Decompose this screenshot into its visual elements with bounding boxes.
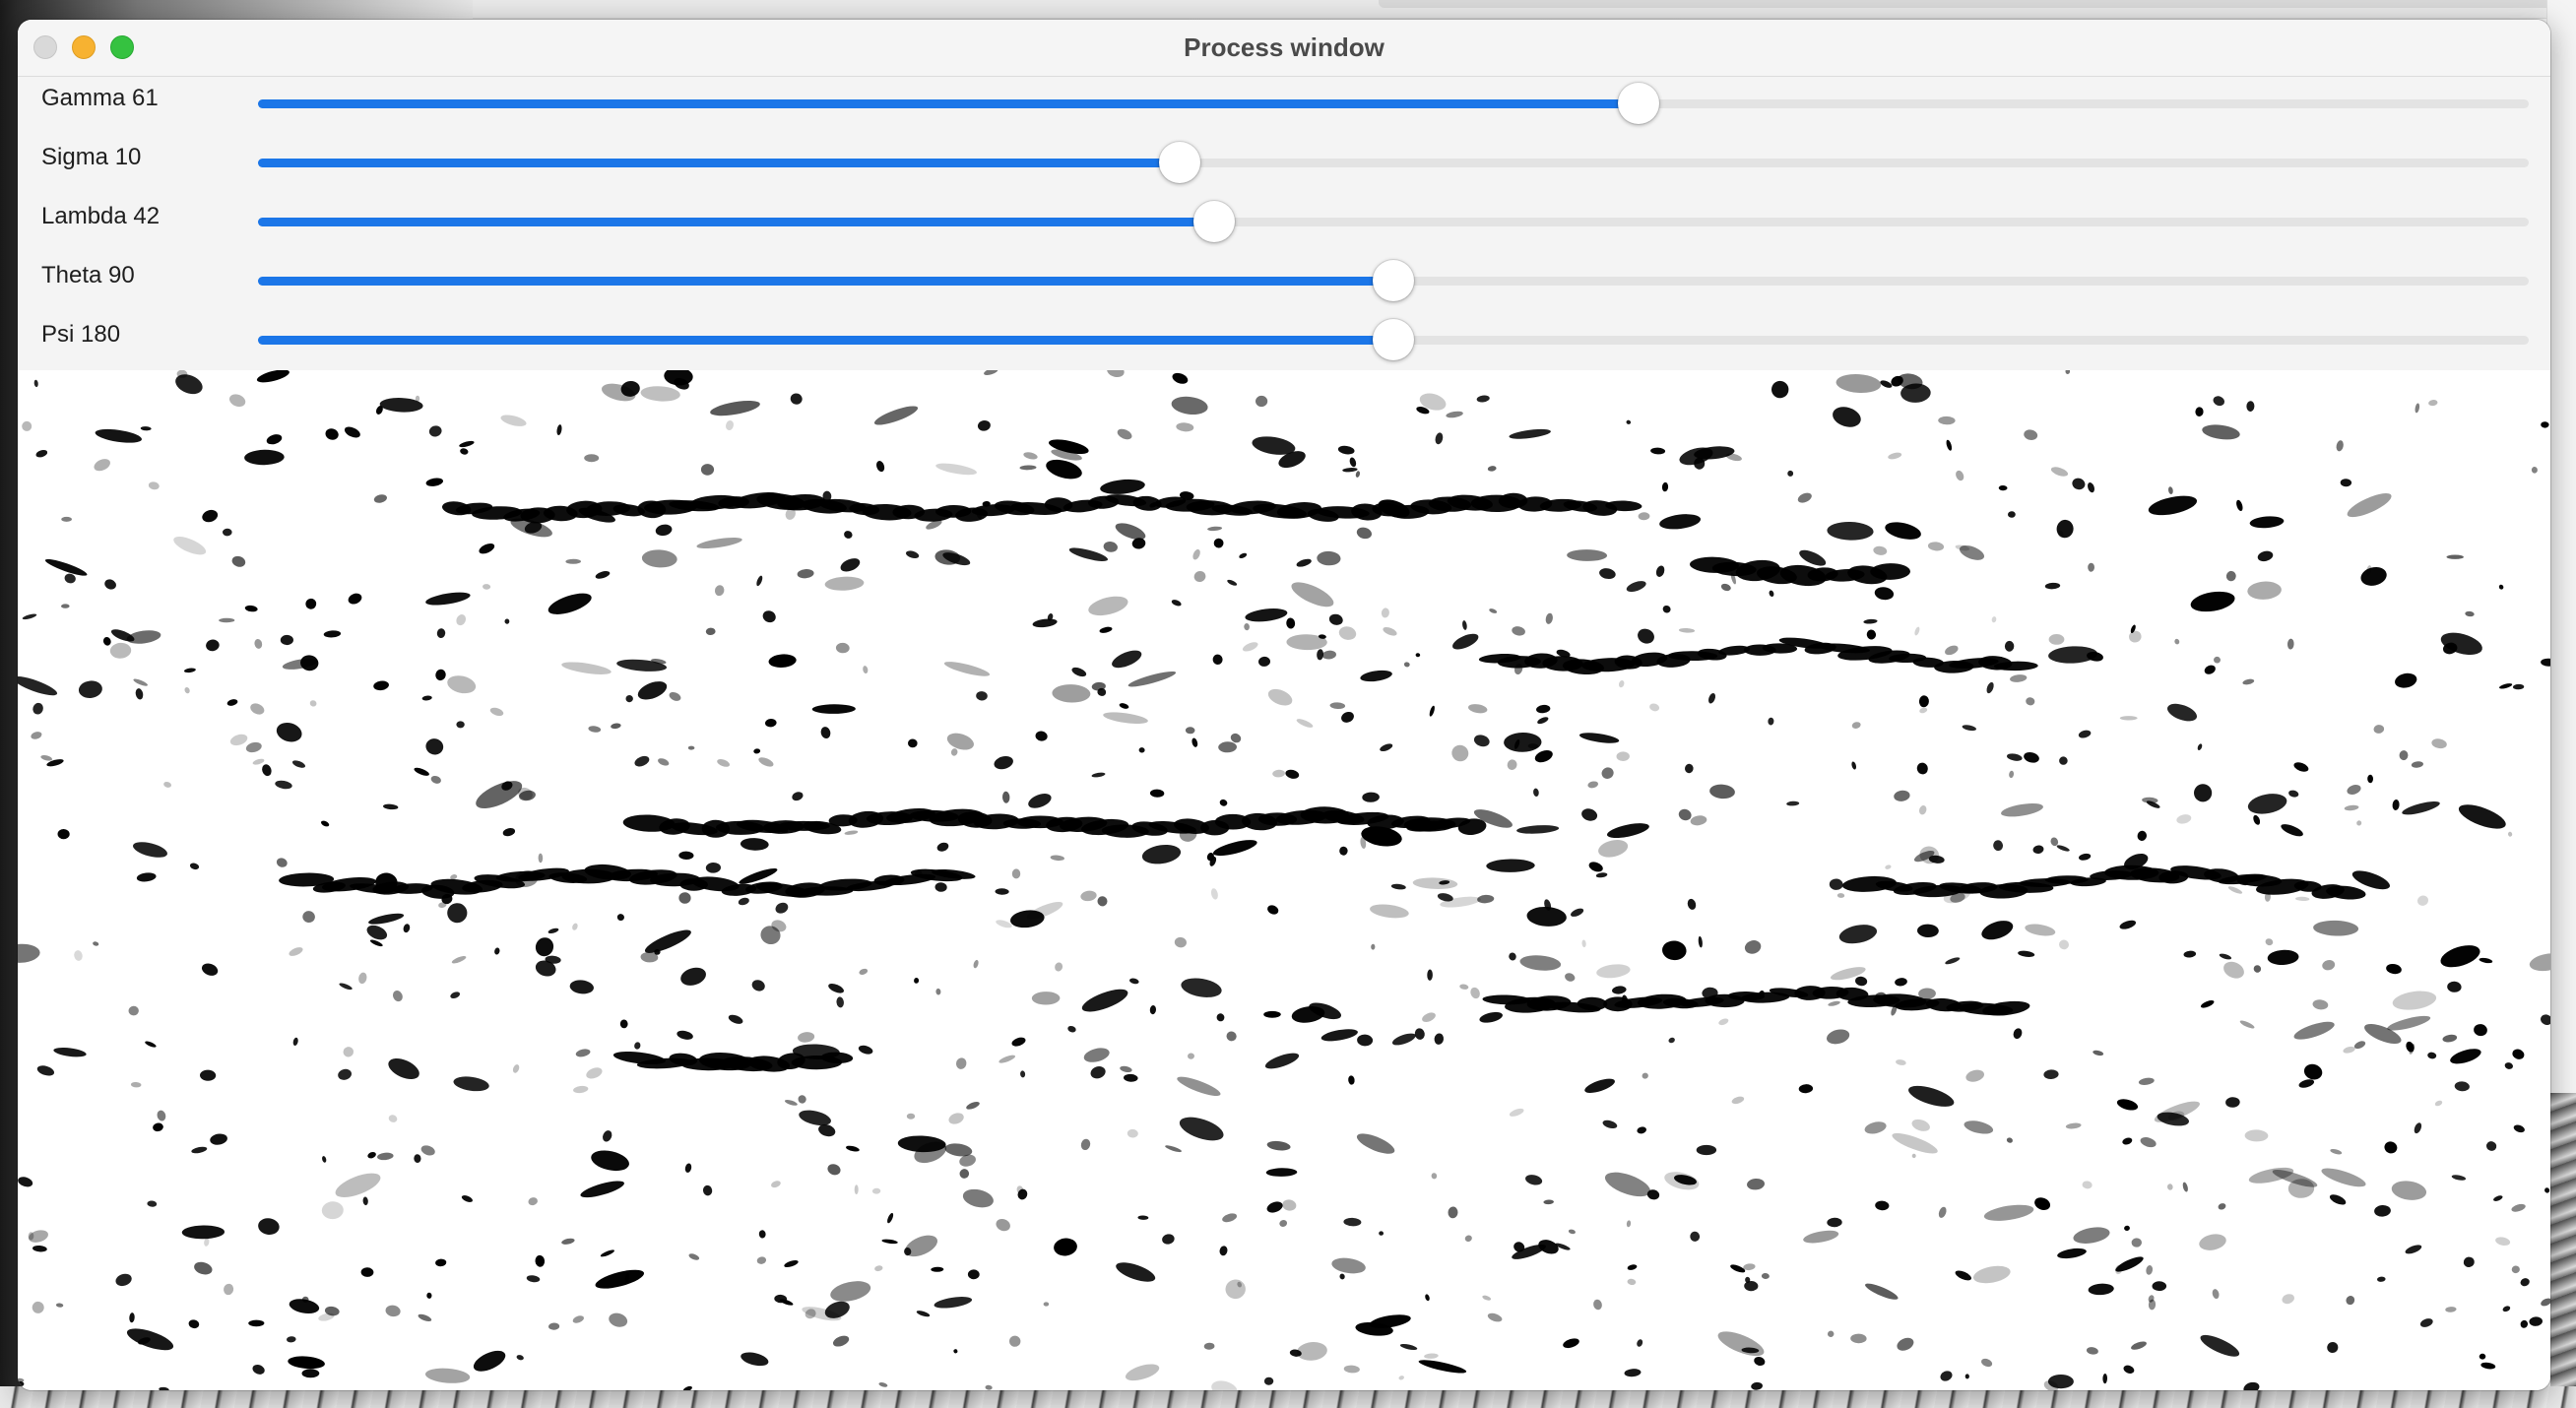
slider-fill [258,218,1214,226]
trackbar-panel: Gamma 61 Sigma 10 Lambda 42 Theta 90 Psi… [18,77,2550,370]
slider-thumb[interactable] [1192,201,1235,242]
trackbar-label: Lambda 42 [41,203,161,229]
lambda-slider[interactable] [258,201,2529,242]
trackbar-psi: Psi 180 [18,313,2550,372]
title-bar[interactable]: Process window [18,20,2550,77]
trackbar-gamma: Gamma 61 [18,77,2550,136]
slider-thumb[interactable] [1373,260,1414,301]
slider-fill [258,336,1393,345]
trackbar-label: Gamma 61 [41,85,159,111]
gamma-slider[interactable] [258,83,2529,124]
psi-slider[interactable] [258,319,2529,360]
trackbar-theta: Theta 90 [18,254,2550,313]
trackbar-lambda: Lambda 42 [18,195,2550,254]
background-image-strip [2550,1093,2576,1408]
trackbar-label: Sigma 10 [41,144,142,170]
slider-fill [258,99,1640,108]
gabor-filter-output [18,370,2550,1390]
slider-thumb[interactable] [1618,83,1660,124]
window-title: Process window [1184,32,1385,62]
process-window: Process window Gamma 61 Sigma 10 Lambda … [18,20,2550,1390]
slider-thumb[interactable] [1159,142,1201,183]
sigma-slider[interactable] [258,142,2529,183]
background-window-toolbar [473,0,2576,19]
slider-thumb[interactable] [1373,319,1414,360]
trackbar-sigma: Sigma 10 [18,136,2550,195]
theta-slider[interactable] [258,260,2529,301]
trackbar-label: Psi 180 [41,321,121,348]
slider-fill [258,277,1393,286]
trackbar-label: Theta 90 [41,262,135,288]
filtered-image [18,370,2550,1390]
slider-fill [258,159,1181,167]
